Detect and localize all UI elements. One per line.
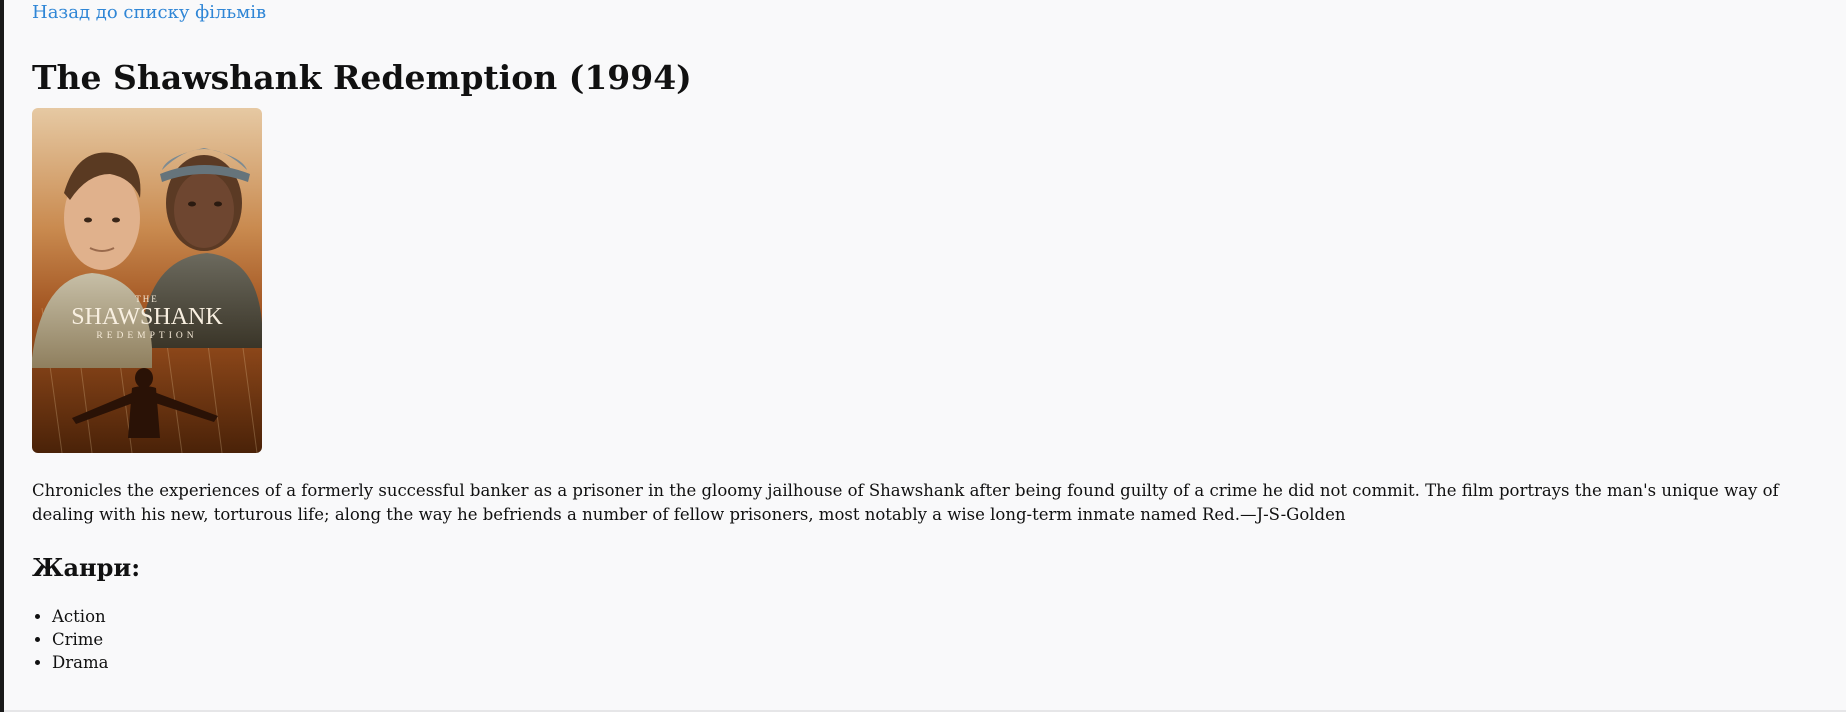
- poster-title-sub: REDEMPTION: [96, 331, 197, 341]
- genres-heading: Жанри:: [32, 553, 141, 582]
- genre-item: Crime: [52, 628, 1812, 651]
- genre-item: Action: [52, 605, 1812, 628]
- back-to-list-link[interactable]: Назад до списку фільмів: [32, 2, 266, 24]
- poster-title-small: THE: [135, 294, 159, 304]
- poster-title-big: SHAWSHANK: [71, 304, 223, 330]
- genre-list: Action Crime Drama: [32, 605, 1812, 674]
- genre-item: Drama: [52, 651, 1812, 674]
- movie-description: Chronicles the experiences of a formerly…: [32, 481, 1779, 524]
- page-title: The Shawshank Redemption (1994): [32, 58, 692, 97]
- window-left-border: [0, 0, 4, 712]
- movie-poster: THE SHAWSHANK REDEMPTION: [32, 108, 262, 453]
- movie-detail-page: Назад до списку фільмів The Shawshank Re…: [32, 0, 1812, 674]
